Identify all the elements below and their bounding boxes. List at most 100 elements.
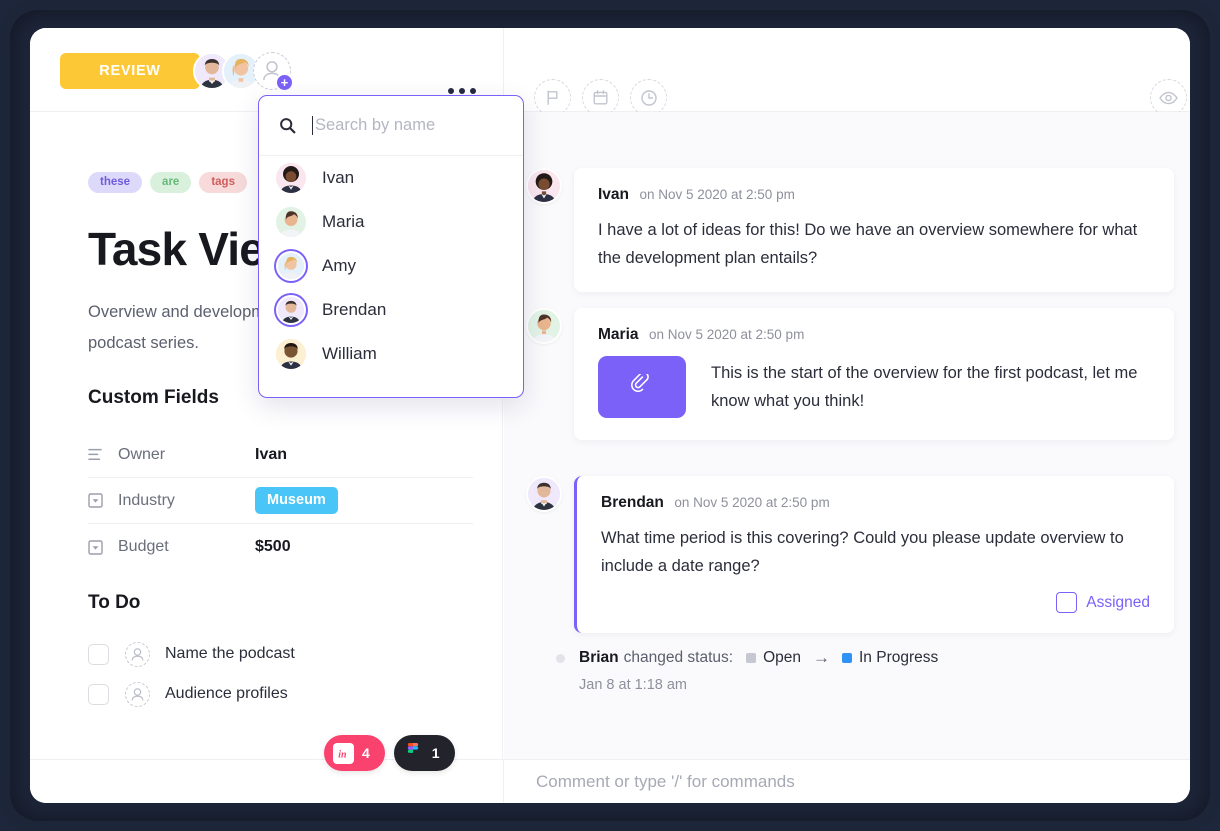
- todo-checkbox[interactable]: [88, 643, 109, 665]
- dropdown-item-label: Ivan: [322, 168, 355, 187]
- comment-timestamp: on Nov 5 2020 at 2:50 pm: [639, 187, 795, 202]
- invision-count: 4: [362, 745, 370, 761]
- avatar: [276, 207, 306, 237]
- clock-icon: [640, 89, 657, 106]
- dropdown-icon: [88, 539, 118, 555]
- activity-feed: Ivan on Nov 5 2020 at 2:50 pm I have a l…: [504, 112, 1190, 759]
- integration-badges: in 4 1: [324, 735, 455, 771]
- figma-badge[interactable]: 1: [393, 735, 455, 771]
- watch-eye-icon-button[interactable]: [1150, 79, 1187, 116]
- todo-item[interactable]: Audience profiles: [88, 674, 468, 714]
- field-row-industry[interactable]: Industry Museum: [88, 478, 473, 524]
- avatar: [276, 295, 306, 325]
- todo-item[interactable]: Name the podcast: [88, 634, 468, 674]
- dropdown-item-amy[interactable]: Amy: [259, 244, 523, 288]
- comment-input[interactable]: [536, 760, 1136, 803]
- dropdown-item-ivan[interactable]: Ivan: [259, 156, 523, 200]
- status-review-button[interactable]: REVIEW: [60, 53, 200, 89]
- app-header: REVIEW +: [30, 28, 1190, 116]
- status-action: changed status:: [623, 649, 734, 666]
- comment-author: Ivan: [598, 186, 630, 203]
- custom-fields-heading: Custom Fields: [88, 387, 219, 408]
- avatar[interactable]: [526, 168, 562, 204]
- search-input[interactable]: [312, 116, 497, 135]
- tag[interactable]: these: [88, 172, 143, 193]
- search-icon: [279, 117, 296, 134]
- comment-header: Brendan on Nov 5 2020 at 2:50 pm: [601, 494, 1150, 512]
- arrow-icon: →: [813, 648, 830, 667]
- status-chip[interactable]: Museum: [255, 487, 338, 514]
- field-row-budget[interactable]: Budget $500: [88, 524, 473, 570]
- status-color-to-icon: [842, 653, 852, 663]
- todo-label: Name the podcast: [165, 645, 295, 662]
- status-change-text: Brian changed status: Open → In Progress: [579, 648, 938, 668]
- assigned-control: Assigned: [601, 592, 1150, 613]
- comment-item: Brendan on Nov 5 2020 at 2:50 pm What ti…: [526, 476, 1174, 633]
- dropdown-item-brendan[interactable]: Brendan: [259, 288, 523, 332]
- status-change-entry: Brian changed status: Open → In Progress…: [556, 648, 938, 693]
- flag-icon: [547, 90, 558, 105]
- avatar[interactable]: [526, 476, 562, 512]
- field-row-owner[interactable]: Owner Ivan: [88, 432, 473, 478]
- dropdown-search-row: [259, 96, 523, 156]
- dropdown-item-label: Maria: [322, 212, 365, 231]
- comment-bubble: Maria on Nov 5 2020 at 2:50 pm This is t…: [574, 308, 1174, 440]
- todo-list: Name the podcast Audience profiles: [88, 634, 468, 714]
- app-footer: in 4 1: [30, 735, 1190, 803]
- dropdown-item-label: Brendan: [322, 300, 387, 319]
- comment-body: I have a lot of ideas for this! Do we ha…: [598, 221, 1138, 267]
- figma-icon: [403, 743, 424, 764]
- field-label: Budget: [118, 538, 169, 555]
- assigned-label: Assigned: [1086, 593, 1150, 611]
- assigned-checkbox[interactable]: [1056, 592, 1078, 613]
- dropdown-people-list: Ivan Maria Amy Brendan William: [259, 156, 523, 376]
- comment-bubble: Brendan on Nov 5 2020 at 2:50 pm What ti…: [574, 476, 1174, 633]
- assignee-dropdown-panel: Ivan Maria Amy: [258, 95, 524, 398]
- comment-bubble: Ivan on Nov 5 2020 at 2:50 pm I have a l…: [574, 168, 1174, 292]
- dropdown-item-label: William: [322, 344, 377, 363]
- comment-author: Brendan: [601, 494, 664, 511]
- comment-body: This is the start of the overview for th…: [711, 364, 1138, 410]
- invision-badge[interactable]: in 4: [324, 735, 385, 771]
- status-timestamp: Jan 8 at 1:18 am: [579, 677, 688, 693]
- figma-count: 1: [431, 745, 440, 761]
- status-color-from-icon: [746, 653, 757, 663]
- tag[interactable]: tags: [199, 172, 247, 193]
- tag-list: these are tags: [88, 172, 247, 193]
- field-label: Owner: [118, 445, 166, 463]
- dropdown-item-william[interactable]: William: [259, 332, 523, 376]
- avatar[interactable]: [526, 308, 562, 344]
- ellipsis-icon: [448, 88, 454, 94]
- clock-icon-button[interactable]: [630, 79, 667, 116]
- attachment-thumbnail[interactable]: [598, 356, 686, 418]
- comment-timestamp: on Nov 5 2020 at 2:50 pm: [648, 327, 805, 342]
- field-value: $500: [255, 538, 291, 555]
- invision-icon: in: [333, 742, 354, 764]
- more-options-button[interactable]: [448, 88, 476, 94]
- footer-divider: [503, 760, 504, 803]
- status-from: Open: [763, 649, 801, 666]
- calendar-icon-button[interactable]: [582, 79, 619, 116]
- comment-timestamp: on Nov 5 2020 at 2:50 pm: [674, 495, 830, 510]
- custom-fields-list: Owner Ivan Industry Museum Budget $500: [88, 432, 473, 570]
- app-window: REVIEW + these are tags Task View Overvi…: [30, 28, 1190, 803]
- todo-checkbox[interactable]: [88, 683, 109, 705]
- avatar: [276, 339, 306, 369]
- user-placeholder-icon[interactable]: [125, 641, 150, 667]
- comment-header: Ivan on Nov 5 2020 at 2:50 pm: [598, 186, 1150, 204]
- flag-icon-button[interactable]: [534, 79, 571, 116]
- add-assignee-button[interactable]: +: [253, 52, 294, 92]
- comment-item: Ivan on Nov 5 2020 at 2:50 pm I have a l…: [526, 168, 1174, 292]
- avatar: [276, 251, 306, 281]
- todo-label: Audience profiles: [165, 685, 288, 702]
- device-frame: REVIEW + these are tags Task View Overvi…: [0, 0, 1220, 831]
- plus-icon: +: [275, 73, 294, 92]
- field-label: Industry: [118, 491, 175, 509]
- assignee-avatar-stack[interactable]: +: [193, 49, 294, 93]
- user-placeholder-icon[interactable]: [125, 681, 150, 707]
- avatar: [276, 163, 306, 193]
- tag[interactable]: are: [150, 172, 192, 193]
- timeline-dot-icon: [556, 654, 565, 663]
- dropdown-item-maria[interactable]: Maria: [259, 200, 523, 244]
- eye-icon: [1159, 91, 1178, 104]
